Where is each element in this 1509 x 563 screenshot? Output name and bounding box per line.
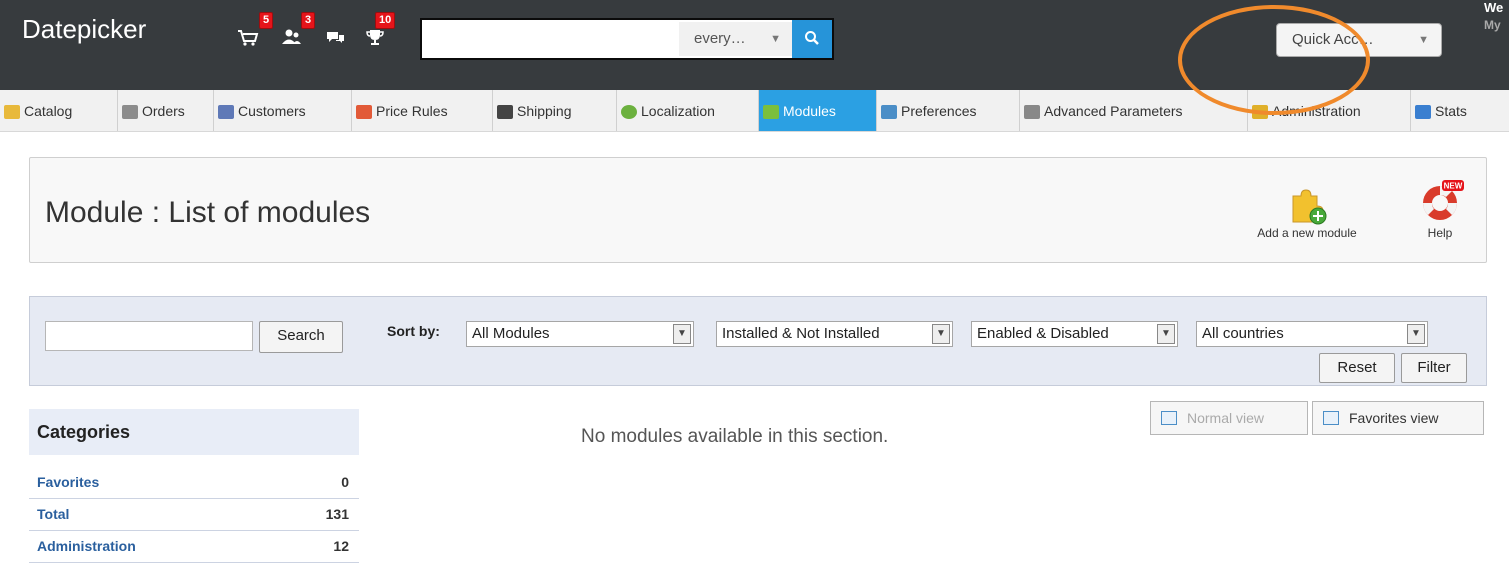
wrench-icon	[1024, 105, 1040, 120]
logo[interactable]: Datepicker	[22, 14, 146, 45]
orders-badge: 5	[259, 12, 274, 29]
category-count: 12	[333, 538, 349, 554]
category-count: 0	[341, 474, 349, 490]
cart-icon	[122, 105, 138, 120]
tab-modules[interactable]: Modules	[759, 90, 877, 131]
tab-orders[interactable]: Orders	[118, 90, 214, 131]
welcome-text: We	[1484, 0, 1504, 15]
empty-state-message: No modules available in this section.	[581, 426, 889, 447]
customers-notification[interactable]: 3	[281, 12, 316, 48]
header-search-button[interactable]	[792, 20, 832, 58]
orders-notification[interactable]: 5	[237, 12, 274, 48]
customers-icon	[282, 29, 301, 44]
chevron-down-icon: ▼	[1418, 34, 1429, 46]
tab-preferences[interactable]: Preferences	[877, 90, 1020, 131]
cart-icon	[238, 30, 259, 46]
help-button[interactable]: NEW Help	[1410, 178, 1470, 240]
normal-view-button[interactable]: Normal view	[1150, 401, 1308, 435]
module-filter-bar: Search Sort by: All Modules ▼ Installed …	[29, 296, 1487, 386]
highlight-circle	[1178, 5, 1370, 115]
puzzle-add-icon	[1292, 189, 1327, 225]
search-scope-value: every…	[694, 30, 746, 47]
chevron-down-icon: ▼	[1157, 324, 1175, 344]
customers-badge: 3	[301, 12, 316, 29]
customer-icon	[218, 105, 234, 120]
folder-icon	[4, 105, 20, 120]
trophy-icon	[366, 30, 384, 45]
category-total[interactable]: Total 131	[29, 499, 359, 531]
chevron-down-icon: ▼	[932, 324, 950, 344]
category-favorites[interactable]: Favorites 0	[29, 467, 359, 499]
lifebuoy-icon: NEW	[1423, 180, 1464, 220]
chat-icon	[327, 32, 344, 43]
enable-status-select[interactable]: Enabled & Disabled ▼	[971, 321, 1178, 347]
module-search-input[interactable]	[45, 321, 253, 351]
reset-button[interactable]: Reset	[1319, 353, 1395, 383]
globe-icon	[621, 105, 637, 120]
chevron-down-icon: ▼	[1407, 324, 1425, 344]
header-search-input[interactable]	[424, 22, 678, 58]
messages-notification[interactable]	[325, 24, 359, 48]
header-search: every… ▼	[420, 18, 834, 60]
new-badge: NEW	[1444, 182, 1463, 191]
list-view-icon	[1161, 411, 1177, 425]
tab-customers[interactable]: Customers	[214, 90, 352, 131]
add-new-module-label: Add a new module	[1257, 226, 1357, 240]
categories-header: Categories	[29, 409, 359, 455]
category-administration[interactable]: Administration 12	[29, 531, 359, 563]
tab-price-rules[interactable]: Price Rules	[352, 90, 493, 131]
help-label: Help	[1427, 226, 1453, 240]
grid-view-icon	[1323, 411, 1339, 425]
price-tag-icon	[356, 105, 372, 120]
chevron-down-icon: ▼	[770, 33, 781, 45]
add-new-module-button[interactable]: Add a new module	[1237, 186, 1377, 240]
tab-catalog[interactable]: Catalog	[0, 90, 118, 131]
module-type-select[interactable]: All Modules ▼	[466, 321, 694, 347]
sort-by-label: Sort by:	[387, 323, 440, 339]
install-status-select[interactable]: Installed & Not Installed ▼	[716, 321, 953, 347]
my-preferences-link[interactable]: My	[1484, 18, 1501, 32]
bar-chart-icon	[1415, 105, 1431, 120]
page-title: Module : List of modules	[45, 196, 371, 229]
chevron-down-icon: ▼	[673, 324, 691, 344]
search-icon	[805, 30, 819, 45]
tab-stats[interactable]: Stats	[1411, 90, 1509, 131]
category-count: 131	[325, 506, 349, 522]
page-toolbar: Module : List of modules Add a new modul…	[29, 157, 1487, 263]
puzzle-icon	[763, 105, 779, 120]
truck-icon	[497, 105, 513, 120]
tab-localization[interactable]: Localization	[617, 90, 759, 131]
favorites-view-button[interactable]: Favorites view	[1312, 401, 1484, 435]
country-select[interactable]: All countries ▼	[1196, 321, 1428, 347]
tab-shipping[interactable]: Shipping	[493, 90, 617, 131]
preferences-icon	[881, 105, 897, 120]
search-button[interactable]: Search	[259, 321, 343, 353]
achievements-notification[interactable]: 10	[365, 12, 399, 48]
search-scope-dropdown[interactable]: every… ▼	[679, 22, 793, 56]
filter-button[interactable]: Filter	[1401, 353, 1467, 383]
achievements-badge: 10	[375, 12, 396, 29]
